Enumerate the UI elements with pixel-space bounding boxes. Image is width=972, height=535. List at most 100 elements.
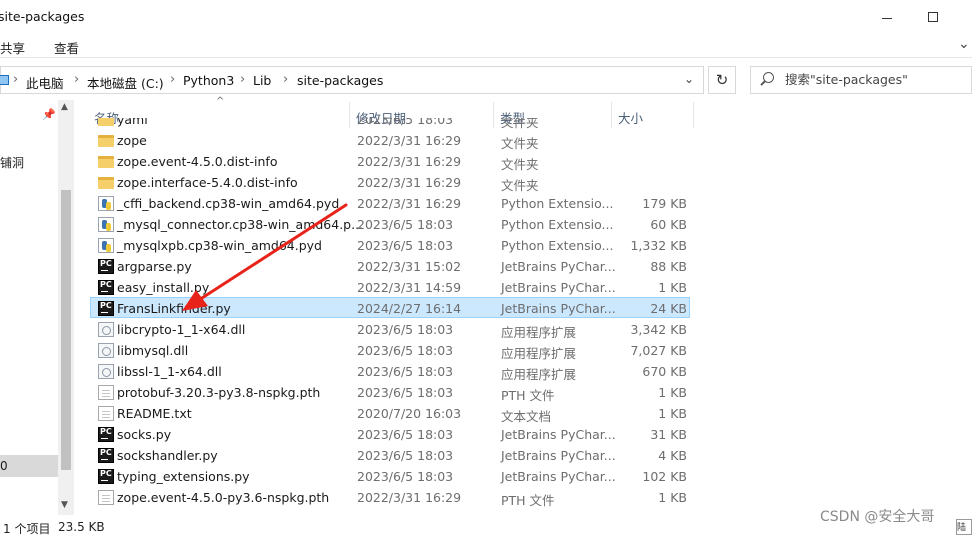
file-name: zope <box>117 133 147 148</box>
file-row[interactable]: argparse.py 2022/3/31 15:02 JetBrains PyCh… <box>90 255 690 276</box>
nav-item-label: 0 <box>0 459 8 473</box>
file-date: 2022/3/31 14:59 <box>357 280 462 295</box>
pycharm-file-icon <box>98 469 114 484</box>
file-name: protobuf-3.20.3-py3.8-nspkg.pth <box>117 385 321 400</box>
file-name: zope.event-4.5.0.dist-info <box>117 154 278 169</box>
file-row[interactable]: yaml 2023/6/5 18:03 文件夹 <box>90 118 690 130</box>
breadcrumb-python3[interactable]: Python3 <box>183 73 234 88</box>
file-size: 3,342 KB <box>630 322 687 337</box>
file-size: 1,332 KB <box>630 238 687 253</box>
file-date: 2022/3/31 16:29 <box>357 490 462 505</box>
chevron-right-icon[interactable]: › <box>13 72 18 87</box>
nav-scrollbar[interactable]: ▲ ▼ <box>58 100 74 515</box>
tab-share[interactable]: 共享 <box>0 38 25 57</box>
file-row[interactable]: socks.py 2023/6/5 18:03 JetBrains PyChar..… <box>90 423 690 444</box>
file-row[interactable]: _cffi_backend.cp38-win_amd64.pyd 2022/3/3… <box>90 192 690 213</box>
computer-icon <box>0 75 9 85</box>
file-name: typing_extensions.py <box>117 469 250 484</box>
folder-icon <box>98 118 114 126</box>
file-type: Python Extensio... <box>501 196 614 211</box>
file-size: 24 KB <box>650 301 687 316</box>
folder-icon <box>98 135 114 147</box>
breadcrumb-lib[interactable]: Lib <box>253 73 271 88</box>
scroll-up-icon[interactable]: ▲ <box>61 102 68 112</box>
file-name: _cffi_backend.cp38-win_amd64.pyd <box>117 196 340 211</box>
file-row[interactable]: libmysql.dll 2023/6/5 18:03 应用程序扩展 7,027 KB <box>90 339 690 361</box>
python-extension-icon <box>98 238 114 253</box>
pycharm-file-icon <box>98 427 114 442</box>
breadcrumb-site-packages[interactable]: site-packages <box>297 73 383 88</box>
file-type: JetBrains PyChar... <box>501 280 616 295</box>
file-row[interactable]: FransLinkfinder.py 2024/2/27 16:14 JetBrai… <box>90 297 690 318</box>
file-type: Python Extensio... <box>501 217 614 232</box>
file-date: 2023/6/5 18:03 <box>357 238 454 253</box>
chevron-right-icon[interactable]: › <box>283 72 288 87</box>
file-date: 2023/6/5 18:03 <box>357 469 454 484</box>
file-row[interactable]: protobuf-3.20.3-py3.8-nspkg.pth 2023/6/5 … <box>90 381 690 403</box>
file-row[interactable]: README.txt 2020/7/20 16:03 文本文档 1 KB <box>90 402 690 424</box>
minimize-icon <box>882 17 892 19</box>
scroll-down-icon[interactable]: ▼ <box>61 500 68 510</box>
address-bar[interactable]: › 此电脑 › 本地磁盘 (C:) › Python3 › Lib › site… <box>0 66 704 94</box>
maximize-icon <box>928 12 938 22</box>
corner-overlay: 陆吕 <box>956 519 972 535</box>
navigation-pane: 📌 铺洞 0 ▲ ▼ <box>0 100 74 515</box>
file-name: _mysql_connector.cp38-win_amd64.p... <box>117 217 364 232</box>
file-date: 2022/3/31 16:29 <box>357 154 462 169</box>
file-row[interactable]: typing_extensions.py 2023/6/5 18:03 JetBra… <box>90 465 690 486</box>
file-row[interactable]: zope 2022/3/31 16:29 文件夹 <box>90 129 690 151</box>
chevron-right-icon[interactable]: › <box>240 72 245 87</box>
ribbon-expand-icon[interactable]: ⌄ <box>958 36 970 52</box>
file-row[interactable]: _mysql_connector.cp38-win_amd64.p... 2023… <box>90 213 690 234</box>
file-date: 2023/6/5 18:03 <box>357 448 454 463</box>
python-extension-icon <box>98 196 114 211</box>
file-row[interactable]: zope.event-4.5.0.dist-info 2022/3/31 16:2… <box>90 150 690 172</box>
file-name: sockshandler.py <box>117 448 218 463</box>
file-size: 670 KB <box>642 364 687 379</box>
python-extension-icon <box>98 217 114 232</box>
nav-item[interactable]: 铺洞 <box>0 154 24 171</box>
chevron-right-icon[interactable]: › <box>170 72 175 87</box>
ribbon-tabs: 共享 查看 ⌄ <box>0 34 972 58</box>
file-date: 2023/6/5 18:03 <box>357 322 454 337</box>
file-date: 2024/2/27 16:14 <box>357 301 462 316</box>
pycharm-file-icon <box>98 301 114 316</box>
pin-icon[interactable]: 📌 <box>42 108 56 121</box>
file-row[interactable]: zope.interface-5.4.0.dist-info 2022/3/31 … <box>90 171 690 193</box>
file-name: socks.py <box>117 427 172 442</box>
file-date: 2023/6/5 18:03 <box>357 343 454 358</box>
file-date: 2022/3/31 16:29 <box>357 133 462 148</box>
file-row[interactable]: sockshandler.py 2023/6/5 18:03 JetBrains P… <box>90 444 690 465</box>
file-size: 1 KB <box>658 490 687 505</box>
file-type: Python Extensio... <box>501 238 614 253</box>
refresh-button[interactable]: ↻ <box>708 66 736 94</box>
tab-view[interactable]: 查看 <box>54 38 79 57</box>
dll-file-icon <box>98 322 114 337</box>
refresh-icon: ↻ <box>715 71 729 89</box>
file-name: argparse.py <box>117 259 192 274</box>
breadcrumb-local-disk[interactable]: 本地磁盘 (C:) <box>87 73 164 92</box>
search-input[interactable] <box>785 72 965 87</box>
text-file-icon <box>98 490 114 505</box>
nav-item-selected[interactable]: 0 <box>0 455 58 477</box>
file-row[interactable]: _mysqlxpb.cp38-win_amd64.pyd 2023/6/5 18:… <box>90 234 690 255</box>
file-row[interactable]: libssl-1_1-x64.dll 2023/6/5 18:03 应用程序扩展 67… <box>90 360 690 382</box>
maximize-button[interactable] <box>910 0 956 34</box>
breadcrumb-this-pc[interactable]: 此电脑 <box>26 73 64 92</box>
file-row[interactable]: zope.event-4.5.0-py3.6-nspkg.pth 2022/3/3… <box>90 486 690 508</box>
address-history-dropdown-icon[interactable]: ⌄ <box>684 72 694 86</box>
watermark: CSDN @安全大哥 <box>820 509 935 525</box>
file-list: yaml 2023/6/5 18:03 文件夹 zope 2022/3/31 16:29… <box>88 118 708 518</box>
search-box[interactable] <box>750 66 972 94</box>
file-row[interactable]: libcrypto-1_1-x64.dll 2023/6/5 18:03 应用程序扩… <box>90 318 690 340</box>
dll-file-icon <box>98 343 114 358</box>
chevron-right-icon[interactable]: › <box>74 72 79 87</box>
file-row[interactable]: easy_install.py 2022/3/31 14:59 JetBrains … <box>90 276 690 297</box>
file-date: 2022/3/31 16:29 <box>357 196 462 211</box>
pycharm-file-icon <box>98 259 114 274</box>
file-name: README.txt <box>117 406 192 421</box>
minimize-button[interactable] <box>864 0 910 34</box>
file-name: _mysqlxpb.cp38-win_amd64.pyd <box>117 238 322 253</box>
nav-scroll-thumb[interactable] <box>61 190 71 470</box>
file-size: 1 KB <box>658 406 687 421</box>
